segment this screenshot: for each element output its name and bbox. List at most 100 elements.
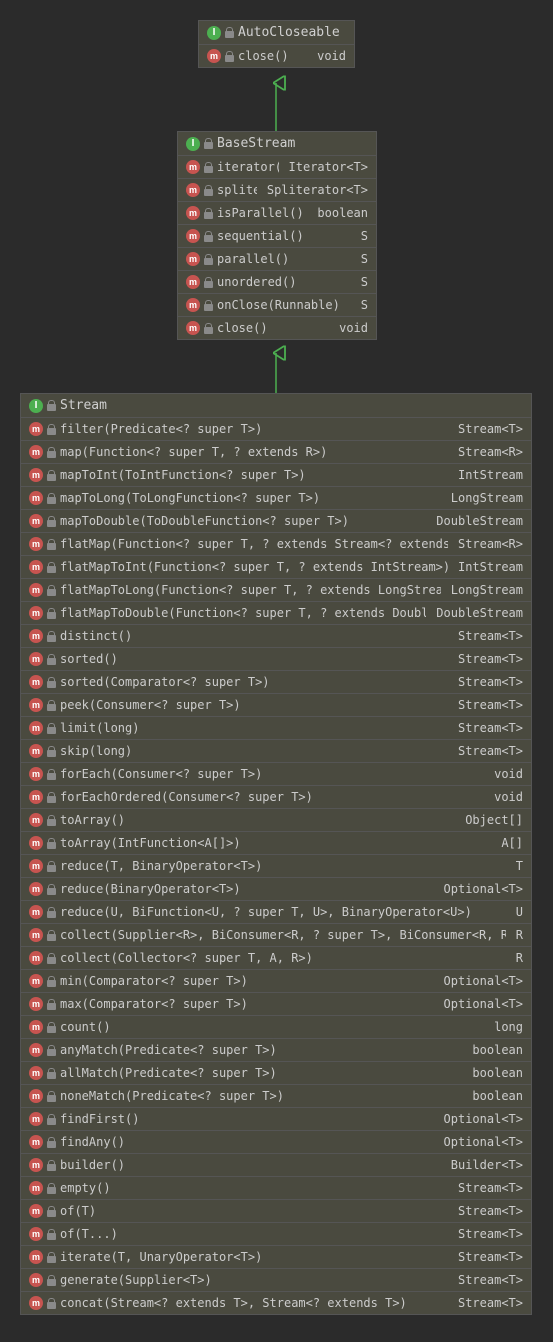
inheritance-arrow (275, 73, 277, 131)
method-row[interactable]: miterate(T, UnaryOperator<T>)Stream<T> (21, 1246, 531, 1269)
method-row[interactable]: manyMatch(Predicate<? super T>)boolean (21, 1039, 531, 1062)
method-row[interactable]: mflatMapToInt(Function<? super T, ? exte… (21, 556, 531, 579)
lock-icon (47, 677, 56, 688)
method-row[interactable]: mmin(Comparator<? super T>)Optional<T> (21, 970, 531, 993)
return-type: Stream<T> (452, 1180, 523, 1196)
method-signature: mapToLong(ToLongFunction<? super T>) (60, 490, 441, 506)
method-row[interactable]: mclose()void (178, 317, 376, 339)
method-row[interactable]: mtoArray(IntFunction<A[]>)A[] (21, 832, 531, 855)
lock-icon (47, 861, 56, 872)
method-row[interactable]: mlimit(long)Stream<T> (21, 717, 531, 740)
return-type: A[] (495, 835, 523, 851)
method-row[interactable]: mreduce(U, BiFunction<U, ? super T, U>, … (21, 901, 531, 924)
method-row[interactable]: mmax(Comparator<? super T>)Optional<T> (21, 993, 531, 1016)
method-row[interactable]: mof(T)Stream<T> (21, 1200, 531, 1223)
interface-icon: I (29, 399, 43, 413)
method-row[interactable]: mclose()void (199, 45, 354, 67)
method-icon: m (29, 1089, 43, 1103)
method-row[interactable]: miterator()Iterator<T> (178, 156, 376, 179)
class-basestream[interactable]: I BaseStream miterator()Iterator<T>mspli… (177, 131, 377, 340)
method-row[interactable]: mmap(Function<? super T, ? extends R>)St… (21, 441, 531, 464)
method-row[interactable]: mmapToDouble(ToDoubleFunction<? super T>… (21, 510, 531, 533)
method-row[interactable]: msequential()S (178, 225, 376, 248)
class-header: I Stream (21, 394, 531, 418)
method-icon: m (29, 606, 43, 620)
return-type: S (355, 297, 368, 313)
method-row[interactable]: mparallel()S (178, 248, 376, 271)
lock-icon (47, 400, 56, 411)
method-row[interactable]: mforEach(Consumer<? super T>)void (21, 763, 531, 786)
method-row[interactable]: mmapToLong(ToLongFunction<? super T>)Lon… (21, 487, 531, 510)
method-row[interactable]: mfindAny()Optional<T> (21, 1131, 531, 1154)
lock-icon (47, 654, 56, 665)
method-row[interactable]: mfindFirst()Optional<T> (21, 1108, 531, 1131)
method-row[interactable]: mnoneMatch(Predicate<? super T>)boolean (21, 1085, 531, 1108)
method-row[interactable]: mforEachOrdered(Consumer<? super T>)void (21, 786, 531, 809)
method-row[interactable]: mallMatch(Predicate<? super T>)boolean (21, 1062, 531, 1085)
method-row[interactable]: mspliterator()Spliterator<T> (178, 179, 376, 202)
lock-icon (204, 277, 213, 288)
return-type: boolean (466, 1065, 523, 1081)
method-signature: noneMatch(Predicate<? super T>) (60, 1088, 462, 1104)
class-header: I BaseStream (178, 132, 376, 156)
method-row[interactable]: mempty()Stream<T> (21, 1177, 531, 1200)
method-icon: m (29, 928, 43, 942)
class-autocloseable[interactable]: I AutoCloseable mclose()void (198, 20, 355, 68)
return-type: void (488, 789, 523, 805)
method-row[interactable]: mreduce(T, BinaryOperator<T>)T (21, 855, 531, 878)
method-row[interactable]: mpeek(Consumer<? super T>)Stream<T> (21, 694, 531, 717)
lock-icon (47, 539, 56, 550)
method-row[interactable]: mconcat(Stream<? extends T>, Stream<? ex… (21, 1292, 531, 1314)
method-icon: m (29, 790, 43, 804)
method-row[interactable]: mmapToInt(ToIntFunction<? super T>)IntSt… (21, 464, 531, 487)
method-signature: spliterator() (217, 182, 257, 198)
method-row[interactable]: monClose(Runnable)S (178, 294, 376, 317)
method-icon: m (207, 49, 221, 63)
method-icon: m (29, 629, 43, 643)
class-stream[interactable]: I Stream mfilter(Predicate<? super T>)St… (20, 393, 532, 1315)
method-signature: generate(Supplier<T>) (60, 1272, 448, 1288)
method-row[interactable]: mdistinct()Stream<T> (21, 625, 531, 648)
return-type: R (510, 927, 523, 943)
method-signature: min(Comparator<? super T>) (60, 973, 434, 989)
lock-icon (47, 838, 56, 849)
method-row[interactable]: misParallel()boolean (178, 202, 376, 225)
method-icon: m (29, 744, 43, 758)
return-type: Iterator<T> (283, 159, 368, 175)
method-row[interactable]: mgenerate(Supplier<T>)Stream<T> (21, 1269, 531, 1292)
method-icon: m (29, 1020, 43, 1034)
method-icon: m (29, 468, 43, 482)
lock-icon (47, 746, 56, 757)
method-row[interactable]: mflatMap(Function<? super T, ? extends S… (21, 533, 531, 556)
method-signature: peek(Consumer<? super T>) (60, 697, 448, 713)
method-row[interactable]: mflatMapToDouble(Function<? super T, ? e… (21, 602, 531, 625)
method-row[interactable]: mskip(long)Stream<T> (21, 740, 531, 763)
method-row[interactable]: mfilter(Predicate<? super T>)Stream<T> (21, 418, 531, 441)
method-row[interactable]: mcount()long (21, 1016, 531, 1039)
method-row[interactable]: mtoArray()Object[] (21, 809, 531, 832)
method-signature: mapToInt(ToIntFunction<? super T>) (60, 467, 448, 483)
method-signature: sorted() (60, 651, 448, 667)
return-type: Stream<T> (452, 1272, 523, 1288)
method-icon: m (29, 652, 43, 666)
method-row[interactable]: mof(T...)Stream<T> (21, 1223, 531, 1246)
class-name: AutoCloseable (238, 25, 340, 40)
method-row[interactable]: msorted()Stream<T> (21, 648, 531, 671)
method-row[interactable]: msorted(Comparator<? super T>)Stream<T> (21, 671, 531, 694)
method-signature: builder() (60, 1157, 441, 1173)
lock-icon (47, 1022, 56, 1033)
method-row[interactable]: mcollect(Collector<? super T, A, R>)R (21, 947, 531, 970)
method-signature: flatMapToLong(Function<? super T, ? exte… (60, 582, 441, 598)
method-row[interactable]: munordered()S (178, 271, 376, 294)
method-icon: m (29, 698, 43, 712)
method-signature: count() (60, 1019, 484, 1035)
method-signature: collect(Supplier<R>, BiConsumer<R, ? sup… (60, 927, 506, 943)
method-row[interactable]: mflatMapToLong(Function<? super T, ? ext… (21, 579, 531, 602)
method-row[interactable]: m collect(Supplier<R>, BiConsumer<R, ? su… (21, 924, 531, 947)
method-row[interactable]: mreduce(BinaryOperator<T>)Optional<T> (21, 878, 531, 901)
return-type: Stream<T> (452, 1295, 523, 1311)
method-signature: close() (217, 320, 329, 336)
return-type: boolean (311, 205, 368, 221)
method-signature: distinct() (60, 628, 448, 644)
method-row[interactable]: mbuilder()Builder<T> (21, 1154, 531, 1177)
